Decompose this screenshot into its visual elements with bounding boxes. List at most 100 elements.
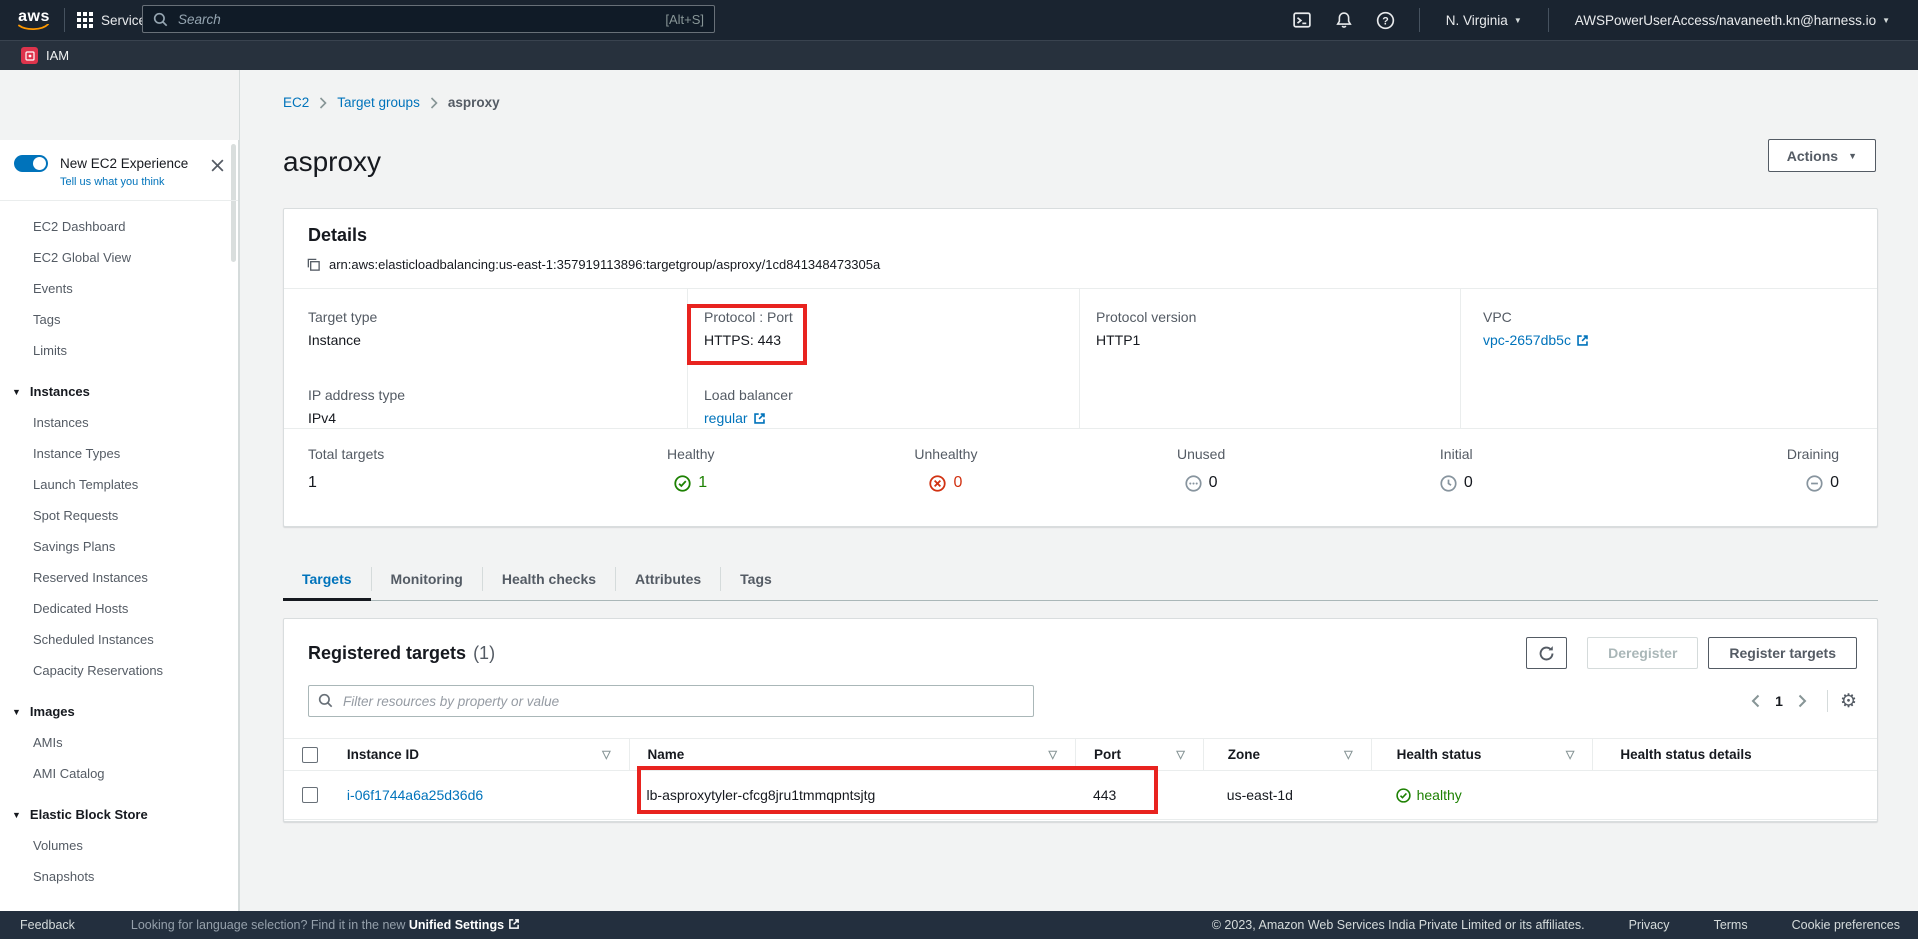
sidebar-item-scheduled-instances[interactable]: Scheduled Instances — [0, 624, 238, 655]
tab-targets[interactable]: Targets — [283, 557, 371, 600]
search-input[interactable] — [176, 11, 665, 28]
previous-page-button[interactable] — [1743, 689, 1767, 713]
search-icon — [153, 12, 168, 27]
sidebar-item-savings-plans[interactable]: Savings Plans — [0, 531, 238, 562]
filter-sort-icon[interactable]: ▽ — [1344, 748, 1352, 761]
breadcrumb-current: asproxy — [448, 95, 500, 110]
registered-targets-count: (1) — [473, 643, 1526, 664]
copyright-text: © 2023, Amazon Web Services India Privat… — [1212, 918, 1585, 932]
favorite-iam-label: IAM — [46, 48, 69, 63]
filter-sort-icon[interactable]: ▽ — [1176, 748, 1184, 761]
field-vpc: VPC vpc-2657db5c — [1460, 289, 1877, 367]
external-link-icon — [508, 918, 520, 930]
external-link-icon — [1576, 334, 1589, 347]
sidebar-item-instance-types[interactable]: Instance Types — [0, 438, 238, 469]
select-all-checkbox[interactable] — [302, 747, 318, 763]
region-selector[interactable]: N. Virginia ▼ — [1432, 0, 1536, 40]
registered-targets-heading: Registered targets — [308, 643, 466, 664]
tell-us-link[interactable]: Tell us what you think — [60, 176, 224, 188]
sidebar-item-capacity-reservations[interactable]: Capacity Reservations — [0, 655, 238, 686]
tab-tags[interactable]: Tags — [721, 557, 791, 600]
banner-title: New EC2 Experience — [60, 156, 188, 171]
external-link-icon — [753, 412, 766, 425]
feedback-link[interactable]: Feedback — [20, 918, 75, 932]
targets-filter-input[interactable] — [308, 685, 1034, 717]
sidebar-section-images[interactable]: ▼ Images — [0, 686, 238, 727]
sidebar-section-ebs[interactable]: ▼ Elastic Block Store — [0, 789, 238, 830]
sidebar-item-instances[interactable]: Instances — [0, 407, 238, 438]
sidebar-item-spot-requests[interactable]: Spot Requests — [0, 500, 238, 531]
column-header-zone[interactable]: Zone ▽ — [1203, 739, 1371, 770]
aws-logo-text: aws — [18, 10, 50, 24]
tab-attributes[interactable]: Attributes — [616, 557, 720, 600]
new-experience-toggle[interactable] — [14, 155, 48, 172]
breadcrumb-target-groups[interactable]: Target groups — [337, 95, 420, 110]
refresh-icon — [1538, 645, 1555, 662]
column-header-port[interactable]: Port ▽ — [1075, 739, 1203, 770]
deregister-button[interactable]: Deregister — [1587, 637, 1698, 669]
target-zone-cell: us-east-1d — [1203, 771, 1371, 819]
column-header-name[interactable]: Name ▽ — [629, 739, 1075, 770]
chevron-down-icon: ▼ — [1848, 151, 1857, 161]
column-label: Zone — [1228, 747, 1344, 762]
aws-logo[interactable]: aws — [16, 10, 52, 31]
sidebar-item-dedicated-hosts[interactable]: Dedicated Hosts — [0, 593, 238, 624]
table-header-row: Instance ID ▽ Name ▽ Port ▽ Zone ▽ — [284, 738, 1877, 771]
sidebar-section-instances[interactable]: ▼ Instances — [0, 366, 238, 407]
tab-monitoring[interactable]: Monitoring — [372, 557, 482, 600]
column-header-instance-id[interactable]: Instance ID ▽ — [337, 739, 629, 770]
table-settings-button[interactable]: ⚙ — [1840, 692, 1857, 711]
row-checkbox[interactable] — [302, 787, 318, 803]
instance-id-link[interactable]: i-06f1744a6a25d36d6 — [347, 787, 483, 803]
stat-draining: Draining 0 — [1584, 429, 1877, 526]
vpc-link[interactable]: vpc-2657db5c — [1483, 332, 1589, 348]
target-group-arn: arn:aws:elasticloadbalancing:us-east-1:3… — [329, 257, 880, 272]
current-page-number[interactable]: 1 — [1775, 693, 1783, 709]
close-banner-button[interactable] — [210, 158, 226, 174]
stat-label: Healthy — [667, 446, 714, 462]
copy-arn-button[interactable] — [306, 257, 321, 272]
sidebar-item-ec2-dashboard[interactable]: EC2 Dashboard — [0, 211, 238, 242]
cookie-preferences-link[interactable]: Cookie preferences — [1792, 918, 1900, 932]
sidebar-item-snapshots[interactable]: Snapshots — [0, 861, 238, 892]
unified-settings-link[interactable]: Unified Settings — [409, 918, 504, 932]
terms-link[interactable]: Terms — [1714, 918, 1748, 932]
stat-unused: Unused 0 — [1074, 429, 1329, 526]
account-menu[interactable]: AWSPowerUserAccess/navaneeth.kn@harness.… — [1561, 0, 1904, 40]
privacy-link[interactable]: Privacy — [1629, 918, 1670, 932]
sidebar-item-launch-templates[interactable]: Launch Templates — [0, 469, 238, 500]
filter-sort-icon[interactable]: ▽ — [1048, 748, 1056, 761]
notifications-button[interactable] — [1323, 0, 1365, 40]
refresh-button[interactable] — [1526, 637, 1567, 669]
filter-sort-icon[interactable]: ▽ — [602, 748, 610, 761]
tab-health-checks[interactable]: Health checks — [483, 557, 615, 600]
chevron-down-icon: ▼ — [1882, 16, 1890, 25]
filter-sort-icon[interactable]: ▽ — [1566, 748, 1574, 761]
field-protocol-port: Protocol : Port HTTPS: 443 — [687, 289, 1079, 367]
column-label: Name — [648, 747, 1049, 762]
sidebar-item-ami-catalog[interactable]: AMI Catalog — [0, 758, 238, 789]
sidebar-item-events[interactable]: Events — [0, 273, 238, 304]
breadcrumb-ec2[interactable]: EC2 — [283, 95, 309, 110]
target-health-summary: Total targets 1 Healthy 1 Unhealthy 0 — [284, 428, 1877, 526]
field-value: HTTPS: 443 — [704, 332, 1079, 348]
load-balancer-link[interactable]: regular — [704, 410, 766, 426]
sidebar-item-reserved-instances[interactable]: Reserved Instances — [0, 562, 238, 593]
targets-table: Instance ID ▽ Name ▽ Port ▽ Zone ▽ — [284, 738, 1877, 820]
favorite-iam[interactable]: IAM — [21, 47, 69, 64]
sidebar-item-limits[interactable]: Limits — [0, 335, 238, 366]
help-button[interactable]: ? — [1365, 0, 1407, 40]
close-icon — [210, 158, 225, 173]
cloudshell-button[interactable] — [1281, 0, 1323, 40]
sidebar-item-ec2-global-view[interactable]: EC2 Global View — [0, 242, 238, 273]
global-search-box[interactable]: [Alt+S] — [142, 5, 715, 33]
register-targets-button[interactable]: Register targets — [1708, 637, 1857, 669]
page-title: asproxy — [283, 146, 381, 178]
sidebar-item-volumes[interactable]: Volumes — [0, 830, 238, 861]
next-page-button[interactable] — [1791, 689, 1815, 713]
sidebar-item-amis[interactable]: AMIs — [0, 727, 238, 758]
column-header-health-status[interactable]: Health status ▽ — [1371, 739, 1593, 770]
sidebar-item-tags[interactable]: Tags — [0, 304, 238, 335]
table-row: i-06f1744a6a25d36d6 lb-asproxytyler-cfcg… — [284, 771, 1877, 820]
actions-button[interactable]: Actions ▼ — [1768, 139, 1876, 172]
